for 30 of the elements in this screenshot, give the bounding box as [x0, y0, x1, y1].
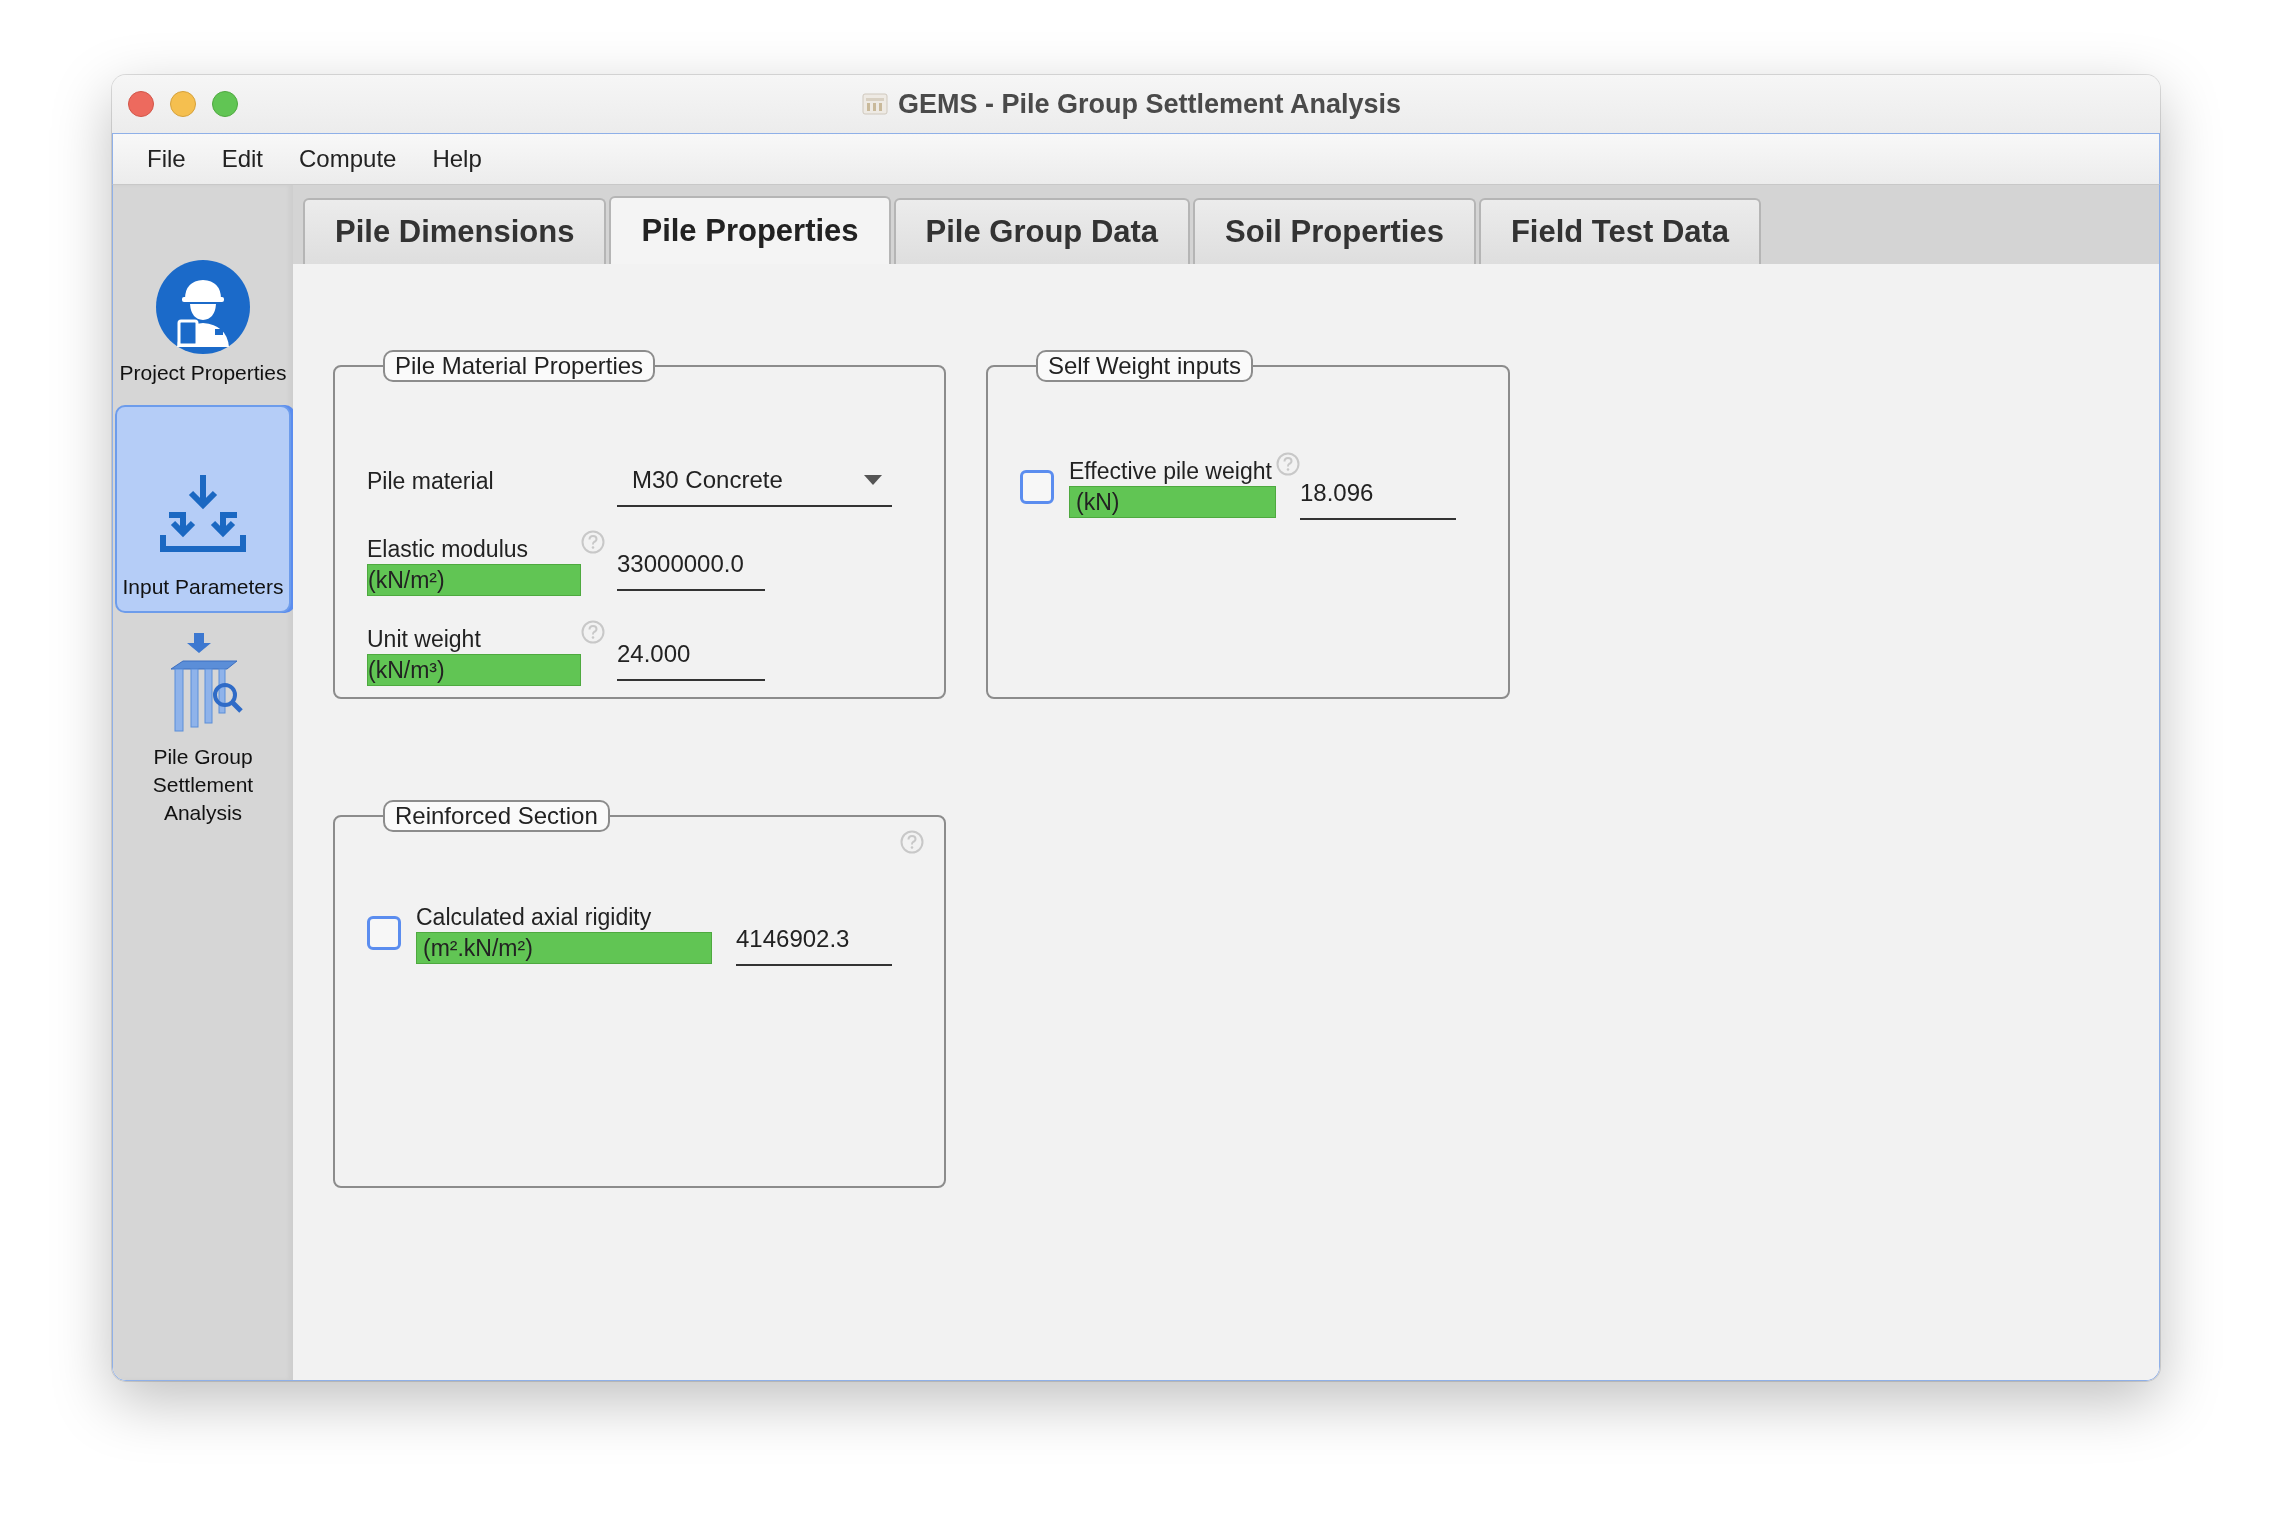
dropdown[interactable]: M30 Concrete: [617, 455, 892, 507]
group-title: Pile Material Properties: [383, 350, 656, 382]
input-field[interactable]: 18.096: [1300, 468, 1456, 520]
input-field[interactable]: 24.000: [617, 629, 765, 681]
tab[interactable]: Field Test Data: [1478, 198, 1762, 264]
menu-item[interactable]: Compute: [299, 145, 397, 173]
group-title: Reinforced Section: [383, 800, 610, 832]
tab[interactable]: Pile Properties: [609, 196, 891, 264]
input-field[interactable]: 33000000.0: [617, 539, 765, 591]
input-field[interactable]: 4146902.3: [736, 914, 892, 966]
tab[interactable]: Pile Group Data: [893, 198, 1191, 264]
app-icon: [862, 92, 888, 116]
engineer-icon: [155, 259, 251, 355]
tab[interactable]: Soil Properties: [1193, 198, 1476, 264]
sidebar-item[interactable]: Project Properties: [115, 257, 291, 395]
sidebar-item[interactable]: Pile Group Settlement Analysis: [115, 623, 291, 829]
group-title: Self Weight inputs: [1036, 350, 1253, 382]
caret-icon: [864, 475, 882, 485]
zoom-button[interactable]: [212, 91, 238, 117]
menu-item[interactable]: Edit: [221, 145, 264, 173]
checkbox[interactable]: [1020, 470, 1054, 504]
sidebar-item[interactable]: Input Parameters: [115, 405, 291, 613]
menu-item[interactable]: Help: [432, 145, 482, 173]
window-title: GEMS - Pile Group Settlement Analysis: [898, 88, 1402, 120]
field-label: Pile material: [367, 467, 495, 496]
close-button[interactable]: [128, 91, 154, 117]
tab[interactable]: Pile Dimensions: [303, 198, 607, 264]
menu-item[interactable]: File: [147, 145, 186, 173]
minimize-button[interactable]: [170, 91, 196, 117]
checkbox[interactable]: [367, 916, 401, 950]
